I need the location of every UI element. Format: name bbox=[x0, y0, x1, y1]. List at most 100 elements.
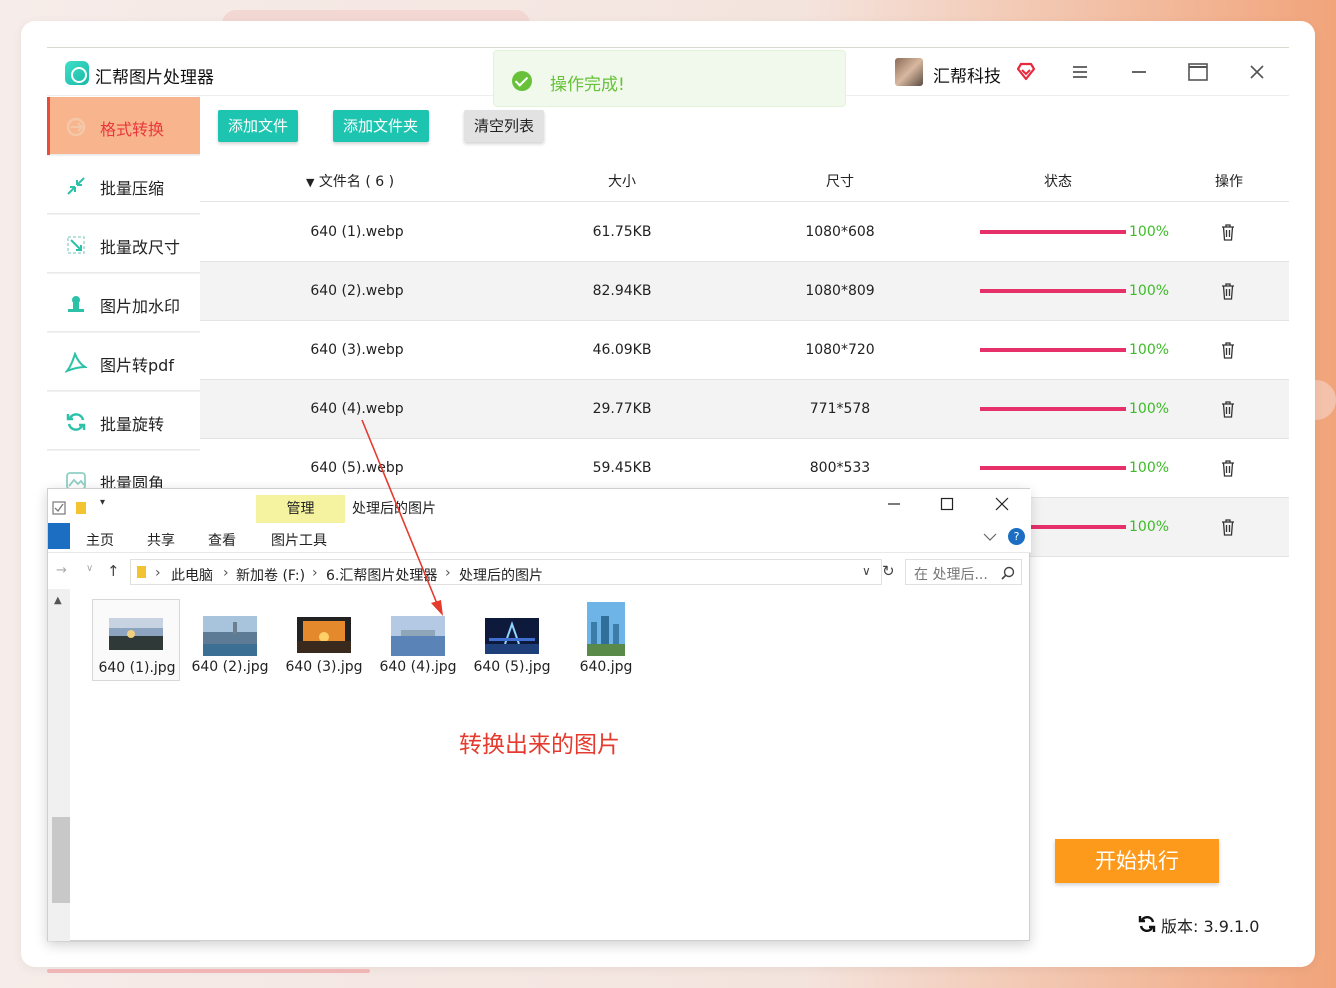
search-placeholder: 在 处理后... bbox=[914, 567, 988, 583]
menu-icon[interactable] bbox=[1068, 60, 1092, 84]
sidebar-item-compress[interactable]: 批量压缩 bbox=[47, 156, 200, 214]
refresh-icon[interactable] bbox=[1138, 915, 1156, 933]
refresh-icon[interactable]: ↻ bbox=[882, 562, 895, 580]
image-thumbnail bbox=[485, 618, 539, 654]
file-item[interactable]: 640.jpg bbox=[562, 599, 650, 681]
cell-size: 61.75KB bbox=[592, 224, 652, 240]
ribbon-expand-icon[interactable] bbox=[983, 532, 997, 542]
breadcrumb-separator: › bbox=[312, 565, 318, 581]
image-thumbnail bbox=[203, 616, 257, 656]
sidebar-item-watermark[interactable]: 图片加水印 bbox=[47, 274, 200, 332]
file-item[interactable]: 640 (2).jpg bbox=[186, 599, 274, 681]
folder-icon bbox=[137, 566, 146, 578]
user-name[interactable]: 汇帮科技 bbox=[933, 62, 1001, 87]
sidebar-label: 批量压缩 bbox=[100, 179, 165, 198]
delete-icon[interactable] bbox=[1221, 518, 1235, 536]
breadcrumb-separator: › bbox=[155, 565, 161, 581]
explorer-maximize-icon[interactable] bbox=[932, 495, 962, 517]
file-name: 640 (4).jpg bbox=[379, 659, 457, 675]
progress-percent: 100% bbox=[1129, 342, 1170, 358]
toast-text: 操作完成! bbox=[550, 75, 625, 95]
file-menu-tab[interactable] bbox=[48, 523, 70, 549]
column-header-size: 大小 bbox=[608, 174, 636, 190]
resize-icon bbox=[67, 236, 85, 254]
column-header-dimension: 尺寸 bbox=[826, 174, 854, 190]
scrollbar-thumb[interactable] bbox=[52, 817, 70, 903]
vip-diamond-icon[interactable] bbox=[1015, 60, 1037, 82]
file-item[interactable]: 640 (3).jpg bbox=[280, 599, 368, 681]
file-item[interactable]: 640 (4).jpg bbox=[374, 599, 462, 681]
explorer-title: 处理后的图片 bbox=[352, 501, 436, 517]
cell-size: 59.45KB bbox=[592, 460, 652, 476]
tab-picture-tools[interactable]: 图片工具 bbox=[271, 530, 327, 550]
tab-share[interactable]: 共享 bbox=[147, 530, 175, 550]
search-icon[interactable] bbox=[1001, 566, 1015, 580]
delete-icon[interactable] bbox=[1221, 400, 1235, 418]
up-arrow-icon[interactable]: ↑ bbox=[107, 562, 120, 580]
sidebar-item-pdf[interactable]: 图片转pdf bbox=[47, 333, 200, 391]
delete-icon[interactable] bbox=[1221, 459, 1235, 477]
app-logo-icon bbox=[65, 61, 89, 85]
breadcrumb-output-folder[interactable]: 处理后的图片 bbox=[459, 565, 543, 585]
maximize-icon[interactable] bbox=[1186, 60, 1210, 84]
breadcrumb-drive[interactable]: 新加卷 (F:) bbox=[236, 565, 305, 585]
add-file-button[interactable]: 添加文件 bbox=[218, 110, 298, 142]
checkbox-icon[interactable] bbox=[52, 501, 66, 515]
add-folder-button[interactable]: 添加文件夹 bbox=[333, 110, 429, 142]
progress-bar-fill bbox=[980, 230, 1126, 234]
start-button[interactable]: 开始执行 bbox=[1055, 839, 1219, 883]
clear-list-button[interactable]: 清空列表 bbox=[464, 110, 544, 142]
sidebar-item-format-convert[interactable]: 格式转换 bbox=[47, 97, 200, 155]
address-box[interactable]: › 此电脑 › 新加卷 (F:) › 6.汇帮图片处理器 › 处理后的图片 ∨ bbox=[130, 559, 882, 585]
table-row[interactable]: 640 (3).webp 46.09KB 1080*720 100% bbox=[200, 321, 1289, 380]
manage-tab[interactable]: 管理 bbox=[256, 495, 345, 523]
column-header-name-label: 文件名 ( 6 ) bbox=[318, 174, 395, 190]
progress-bar-fill bbox=[980, 407, 1126, 411]
file-item[interactable]: 640 (5).jpg bbox=[468, 599, 556, 681]
progress-bar bbox=[980, 466, 1126, 470]
sidebar-label: 图片加水印 bbox=[100, 297, 181, 316]
scroll-up-icon[interactable]: ▲ bbox=[54, 595, 62, 606]
progress-bar bbox=[980, 230, 1126, 234]
back-arrow-icon[interactable]: → bbox=[56, 563, 67, 578]
minimize-icon[interactable] bbox=[1127, 60, 1151, 84]
table-row[interactable]: 640 (2).webp 82.94KB 1080*809 100% bbox=[200, 262, 1289, 321]
navigation-pane[interactable]: ▲ bbox=[48, 589, 70, 941]
pdf-icon bbox=[65, 352, 87, 373]
delete-icon[interactable] bbox=[1221, 282, 1235, 300]
delete-icon[interactable] bbox=[1221, 341, 1235, 359]
table-row[interactable]: 640 (1).webp 61.75KB 1080*608 100% bbox=[200, 203, 1289, 262]
help-icon[interactable]: ? bbox=[1008, 528, 1025, 545]
search-input[interactable]: 在 处理后... bbox=[905, 559, 1022, 585]
quick-access-dropdown-icon[interactable]: ▾ bbox=[100, 497, 105, 508]
file-item[interactable]: 640 (1).jpg bbox=[92, 599, 180, 681]
cell-size: 29.77KB bbox=[592, 401, 652, 417]
table-row[interactable]: 640 (4).webp 29.77KB 771*578 100% bbox=[200, 380, 1289, 439]
address-dropdown-icon[interactable]: ∨ bbox=[862, 564, 871, 578]
file-name: 640 (2).jpg bbox=[191, 659, 269, 675]
tab-view[interactable]: 查看 bbox=[208, 530, 236, 550]
success-toast: 操作完成! bbox=[493, 50, 846, 107]
sidebar-item-resize[interactable]: 批量改尺寸 bbox=[47, 215, 200, 273]
sort-down-icon: ▼ bbox=[305, 176, 315, 189]
explorer-title-bar: ▾ 管理 处理后的图片 bbox=[48, 489, 1031, 523]
breadcrumb-this-pc[interactable]: 此电脑 bbox=[171, 565, 213, 585]
recent-dropdown-icon[interactable]: ∨ bbox=[86, 563, 93, 574]
tab-home[interactable]: 主页 bbox=[86, 530, 114, 550]
cell-dimension: 1080*608 bbox=[805, 224, 875, 240]
user-avatar[interactable] bbox=[895, 58, 923, 86]
column-header-name[interactable]: ▼ 文件名 ( 6 ) bbox=[306, 171, 394, 191]
file-name: 640 (3).jpg bbox=[285, 659, 363, 675]
explorer-minimize-icon[interactable] bbox=[879, 495, 909, 517]
close-icon[interactable] bbox=[1245, 60, 1269, 84]
sidebar-item-rotate[interactable]: 批量旋转 bbox=[47, 392, 200, 450]
delete-icon[interactable] bbox=[1221, 223, 1235, 241]
image-thumbnail bbox=[587, 602, 625, 656]
explorer-close-icon[interactable] bbox=[987, 495, 1017, 517]
title-bar: 汇帮图片处理器 汇帮科技 操作完成! bbox=[47, 48, 1289, 107]
progress-bar-fill bbox=[980, 348, 1126, 352]
breadcrumb-app-folder[interactable]: 6.汇帮图片处理器 bbox=[326, 565, 437, 585]
image-thumbnail bbox=[391, 616, 445, 656]
sidebar-label: 批量旋转 bbox=[100, 415, 165, 434]
sidebar-label: 图片转pdf bbox=[100, 356, 174, 375]
